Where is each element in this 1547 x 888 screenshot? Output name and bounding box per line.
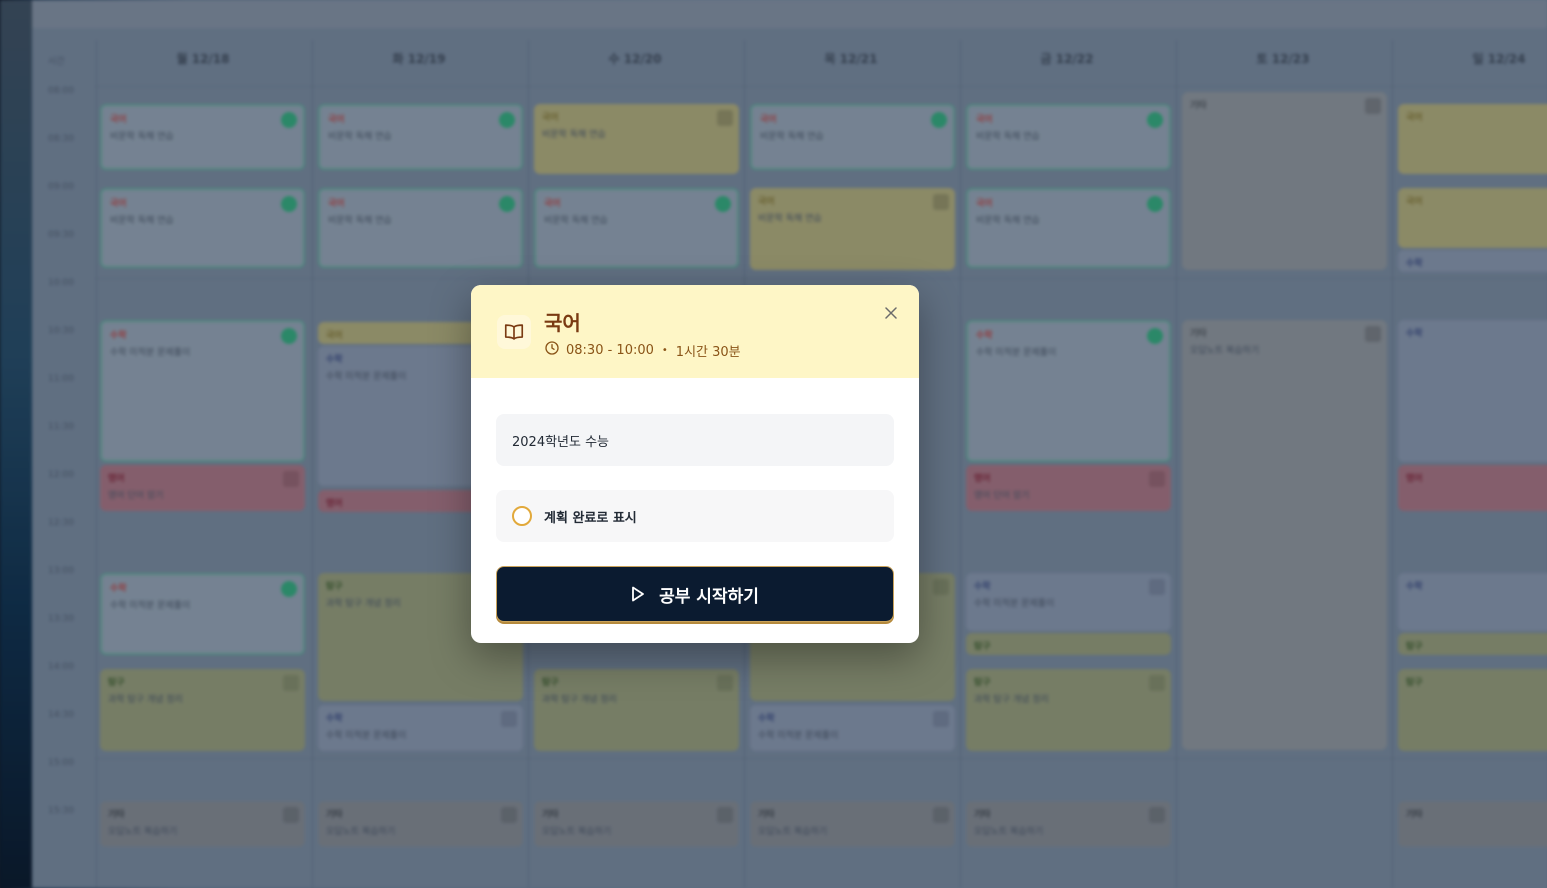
start-study-button[interactable]: 공부 시작하기 [496,566,894,622]
schedule-meta: 08:30 - 10:00 • 1시간 30분 [544,340,741,360]
mark-complete-toggle[interactable]: 계획 완료로 표시 [496,490,894,542]
close-icon [885,307,897,319]
modal-header: 국어 08:30 - 10:00 • 1시간 30분 [471,285,919,378]
complete-checkbox[interactable] [512,506,532,526]
meta-separator: • [661,344,668,356]
complete-label: 계획 완료로 표시 [544,510,637,526]
subject-title: 국어 [544,311,581,335]
clock-icon [544,340,560,360]
start-study-label: 공부 시작하기 [659,586,759,607]
book-icon [497,315,531,349]
duration: 1시간 30분 [675,344,741,360]
time-range: 08:30 - 10:00 [566,342,654,358]
play-icon [632,586,645,602]
plan-note: 2024학년도 수능 [496,414,894,466]
plan-note-text: 2024학년도 수능 [512,434,610,450]
plan-detail-modal: 국어 08:30 - 10:00 • 1시간 30분 2024학년도 수능 계획… [471,285,919,643]
close-button[interactable] [881,303,901,323]
